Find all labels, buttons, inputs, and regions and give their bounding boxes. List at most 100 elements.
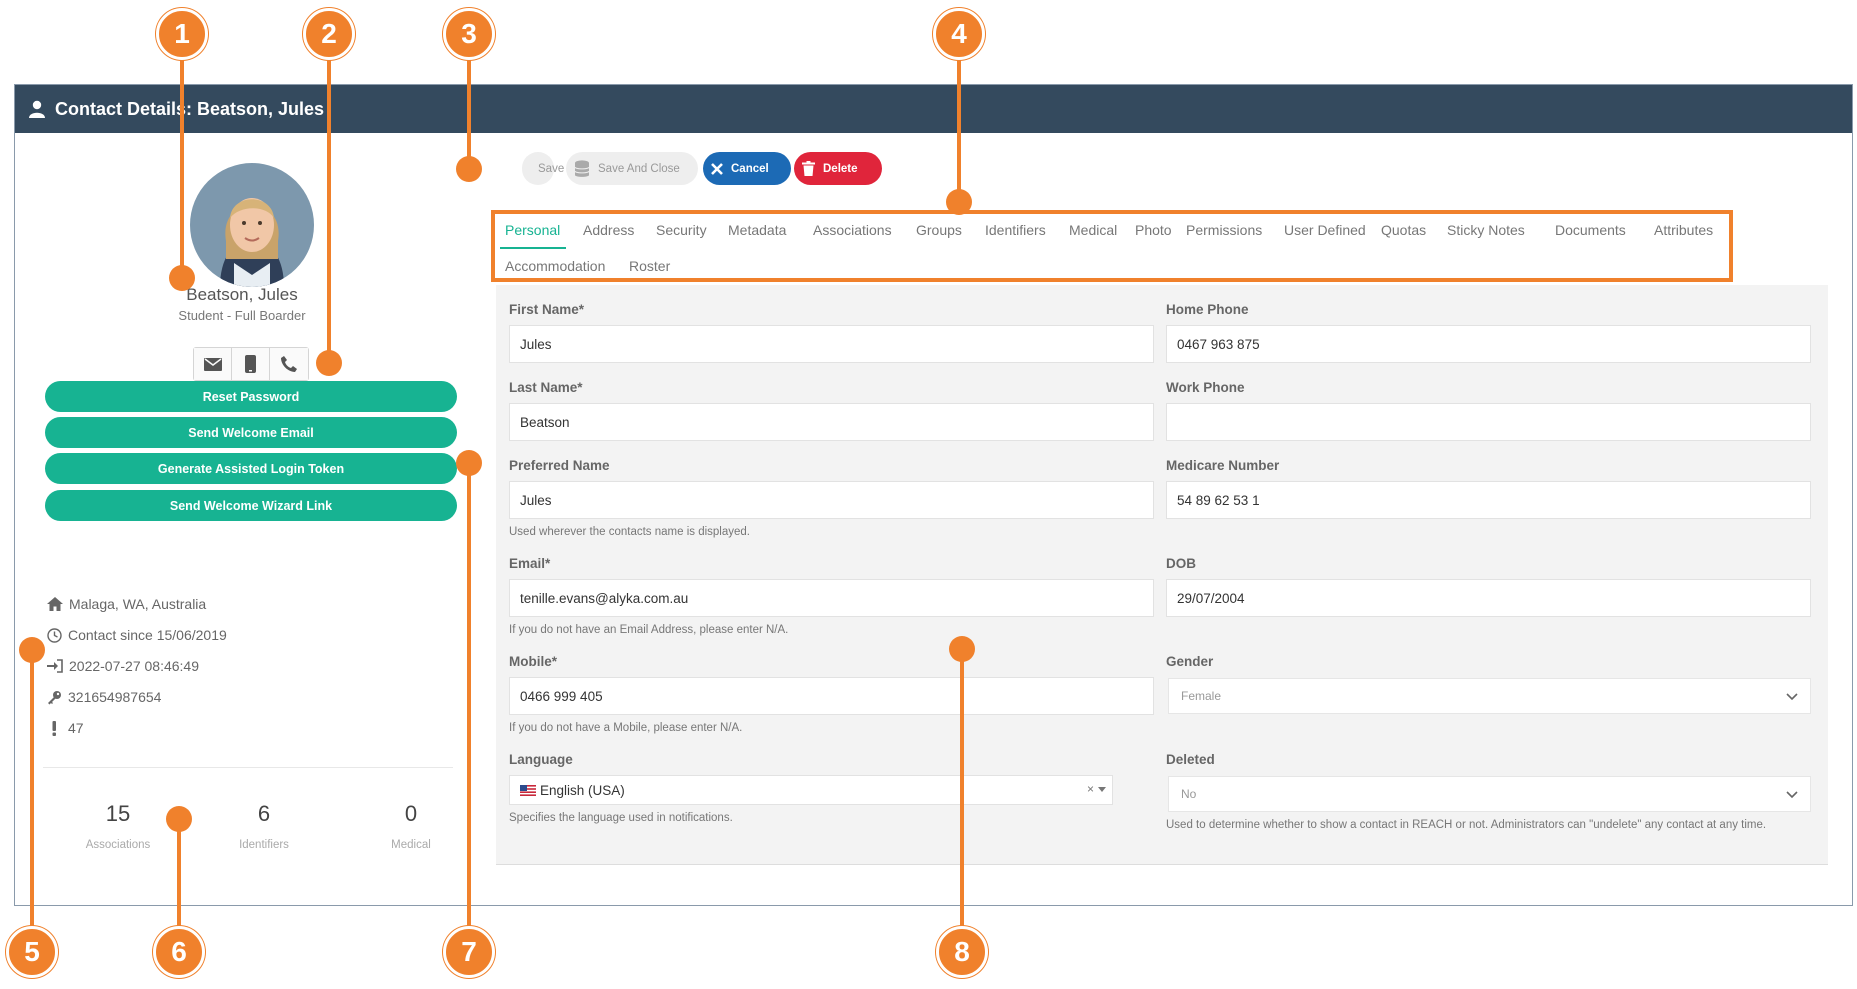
info-last-login: 2022-07-27 08:46:49: [47, 658, 199, 674]
first-name-input[interactable]: Jules: [509, 325, 1154, 363]
language-help: Specifies the language used in notificat…: [509, 812, 733, 824]
tab-attributes[interactable]: Attributes: [1654, 222, 1713, 238]
clock-icon: [47, 627, 62, 643]
contact-icon-group: [193, 347, 309, 381]
save-label: Save: [538, 162, 565, 175]
stat-label: Associations: [85, 839, 151, 851]
callout-dot-7: [456, 450, 482, 476]
callout-badge-8: 8: [936, 926, 988, 978]
callout-line-8: [960, 650, 964, 940]
mobile-contact-button[interactable]: [232, 348, 270, 380]
database-icon: [574, 159, 590, 177]
stat-medical[interactable]: 0 Medical: [338, 801, 484, 851]
mobile-help: If you do not have a Mobile, please ente…: [509, 722, 743, 734]
callout-dot-1: [169, 265, 195, 291]
mobile-label: Mobile*: [509, 654, 558, 669]
preferred-name-input[interactable]: Jules: [509, 481, 1154, 519]
callout-badge-4: 4: [933, 8, 985, 60]
callout-line-7: [467, 463, 471, 940]
chevron-down-icon: [1786, 693, 1798, 701]
home-icon: [47, 597, 63, 611]
tab-identifiers[interactable]: Identifiers: [985, 222, 1046, 238]
callout-badge-5: 5: [6, 926, 58, 978]
mobile-input[interactable]: 0466 999 405: [509, 677, 1154, 715]
deleted-label: Deleted: [1166, 752, 1215, 767]
callout-line-3: [467, 60, 471, 166]
deleted-value: No: [1181, 787, 1197, 801]
callout-dot-3: [456, 156, 482, 182]
medicare-input[interactable]: 54 89 62 53 1: [1166, 481, 1811, 519]
stats-divider: [43, 767, 453, 768]
email-contact-button[interactable]: [194, 348, 232, 380]
tab-security[interactable]: Security: [656, 222, 707, 238]
gender-select[interactable]: Female: [1168, 678, 1811, 714]
tab-user-defined[interactable]: User Defined: [1284, 222, 1366, 238]
stat-value: 0: [404, 801, 418, 826]
generate-login-token-button[interactable]: Generate Assisted Login Token: [45, 453, 457, 484]
caret-down-icon: [1098, 787, 1106, 792]
cancel-label: Cancel: [731, 162, 769, 175]
tab-personal[interactable]: Personal: [505, 222, 560, 238]
preferred-name-help: Used wherever the contacts name is displ…: [509, 526, 750, 538]
location-text: Malaga, WA, Australia: [69, 596, 207, 612]
callout-badge-7: 7: [443, 926, 495, 978]
stat-label: Medical: [391, 839, 431, 851]
stat-identifiers[interactable]: 6 Identifiers: [191, 801, 337, 851]
tab-roster[interactable]: Roster: [629, 258, 670, 274]
save-and-close-button[interactable]: Save And Close: [566, 152, 698, 185]
gender-value: Female: [1181, 689, 1222, 703]
dob-input[interactable]: 29/07/2004: [1166, 579, 1811, 617]
cancel-button[interactable]: Cancel: [703, 152, 791, 185]
tab-sticky-notes[interactable]: Sticky Notes: [1447, 222, 1525, 238]
delete-button[interactable]: Delete: [794, 152, 882, 185]
callout-dot-2: [316, 350, 342, 376]
phone-contact-button[interactable]: [270, 348, 308, 380]
callout-dot-4: [946, 189, 972, 215]
tab-groups[interactable]: Groups: [916, 222, 962, 238]
callout-badge-3: 3: [443, 8, 495, 60]
tab-quotas[interactable]: Quotas: [1381, 222, 1426, 238]
last-name-input[interactable]: Beatson: [509, 403, 1154, 441]
callout-line-4: [957, 60, 961, 200]
tab-address[interactable]: Address: [583, 222, 634, 238]
tab-photo[interactable]: Photo: [1135, 222, 1172, 238]
deleted-help: Used to determine whether to show a cont…: [1166, 819, 1767, 831]
send-wizard-link-button[interactable]: Send Welcome Wizard Link: [45, 490, 457, 521]
work-phone-label: Work Phone: [1166, 380, 1245, 395]
profile-name: Beatson, Jules: [186, 285, 298, 304]
tab-medical[interactable]: Medical: [1069, 222, 1117, 238]
exclamation-icon: [52, 720, 56, 736]
trash-icon: [802, 161, 815, 176]
tab-metadata[interactable]: Metadata: [728, 222, 786, 238]
key-text: 321654987654: [68, 689, 162, 705]
mobile-icon: [245, 355, 256, 373]
gender-label: Gender: [1166, 654, 1214, 669]
deleted-select[interactable]: No: [1168, 776, 1811, 812]
home-phone-input[interactable]: 0467 963 875: [1166, 325, 1811, 363]
save-button[interactable]: Save: [522, 152, 564, 185]
language-select[interactable]: English (USA) ×: [509, 775, 1113, 805]
window-title: Contact Details: Beatson, Jules: [55, 98, 325, 119]
email-input[interactable]: tenille.evans@alyka.com.au: [509, 579, 1154, 617]
reset-password-button[interactable]: Reset Password: [45, 381, 457, 412]
dob-label: DOB: [1166, 556, 1196, 571]
tab-associations[interactable]: Associations: [813, 222, 892, 238]
window-titlebar: Contact Details: Beatson, Jules: [15, 85, 1852, 133]
chevron-down-icon: [1786, 791, 1798, 799]
last-login-text: 2022-07-27 08:46:49: [69, 658, 199, 674]
last-name-label: Last Name*: [509, 380, 583, 395]
language-clear-button[interactable]: ×: [1087, 782, 1094, 796]
delete-label: Delete: [823, 162, 858, 175]
email-label: Email*: [509, 556, 551, 571]
work-phone-input[interactable]: [1166, 403, 1811, 441]
tab-documents[interactable]: Documents: [1555, 222, 1626, 238]
callout-line-2: [327, 60, 331, 360]
key-icon: [48, 690, 61, 704]
contact-since-text: Contact since 15/06/2019: [68, 627, 227, 643]
tab-permissions[interactable]: Permissions: [1186, 222, 1262, 238]
stat-value: 6: [257, 801, 271, 826]
send-welcome-email-button[interactable]: Send Welcome Email: [45, 417, 457, 448]
home-phone-label: Home Phone: [1166, 302, 1249, 317]
tab-accommodation[interactable]: Accommodation: [505, 258, 605, 274]
callout-badge-1: 1: [156, 8, 208, 60]
